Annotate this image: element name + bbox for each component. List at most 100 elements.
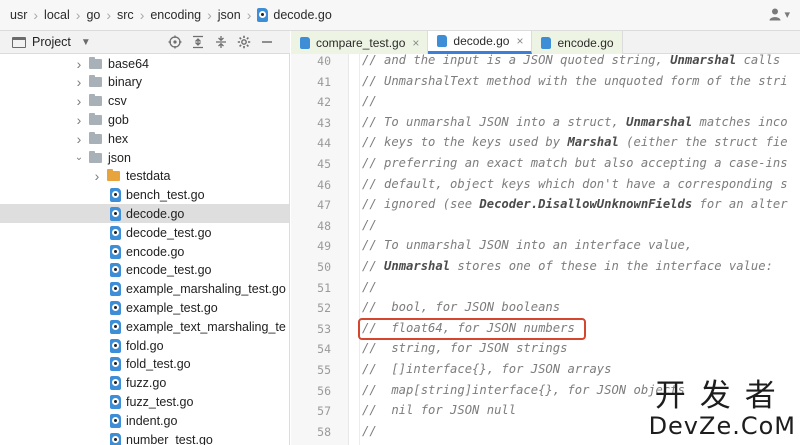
tree-item[interactable]: example_test.go — [0, 298, 289, 317]
breadcrumb-item-encoding[interactable]: encoding — [150, 0, 201, 30]
tree-item-label: hex — [108, 131, 129, 146]
editor-tab-bar: compare_test.go × decode.go × encode.go — [291, 31, 800, 54]
tree-item[interactable]: indent.go — [0, 411, 289, 430]
chevron-down-icon[interactable]: ⌄ — [72, 152, 86, 163]
code-line: // — [362, 218, 377, 232]
tree-item[interactable]: decode_test.go — [0, 223, 289, 242]
project-panel-header: Project ▼ — [0, 31, 290, 54]
code-comment-text: // — [362, 423, 377, 438]
tree-item[interactable]: bench_test.go — [0, 186, 289, 205]
line-number: 42 — [317, 95, 331, 110]
highlight-annotation-box — [358, 318, 586, 340]
breadcrumb-item-local[interactable]: local — [44, 0, 70, 30]
code-identifier: Unmarshal — [626, 114, 693, 129]
go-file-icon — [110, 282, 121, 297]
collapse-all-icon[interactable] — [214, 35, 228, 49]
go-file-icon — [110, 319, 121, 334]
tree-item[interactable]: ⌄ json — [0, 148, 289, 167]
line-number: 55 — [317, 363, 331, 377]
tree-item-label: fuzz.go — [126, 376, 167, 391]
expand-all-icon[interactable] — [191, 35, 205, 49]
chevron-right-icon[interactable]: › — [72, 112, 86, 128]
code-comment-text: matches inco — [692, 114, 788, 129]
go-file-icon — [110, 244, 121, 259]
breadcrumb-label: src — [117, 8, 134, 22]
line-number: 48 — [317, 218, 331, 233]
tree-item[interactable]: number_test.go — [0, 430, 289, 445]
caret-down-icon: ▾ — [784, 8, 790, 21]
locate-file-icon[interactable] — [168, 35, 182, 49]
gear-icon[interactable] — [237, 35, 251, 49]
chevron-right-icon[interactable]: › — [90, 168, 104, 184]
tree-item[interactable]: › csv — [0, 92, 289, 111]
tree-item[interactable]: decode.go — [0, 204, 289, 224]
tree-item-label: base64 — [108, 56, 150, 71]
code-comment-text: (either the struct fie — [618, 135, 788, 150]
breadcrumb-item-src[interactable]: src — [117, 0, 134, 30]
close-icon[interactable]: × — [412, 36, 419, 50]
code-line: // bool, for JSON booleans — [362, 300, 560, 314]
tree-item[interactable]: fold.go — [0, 336, 289, 355]
breadcrumb-item-go[interactable]: go — [86, 0, 100, 30]
tree-item-label: example_text_marshaling_te — [126, 319, 286, 334]
go-file-icon — [110, 394, 121, 409]
chevron-right-icon[interactable]: › — [72, 93, 86, 109]
tree-item[interactable]: › gob — [0, 110, 289, 129]
tree-item-label: bench_test.go — [126, 188, 205, 203]
tree-item[interactable]: fuzz.go — [0, 374, 289, 393]
go-file-icon — [110, 263, 121, 278]
chevron-right-icon[interactable]: › — [72, 56, 86, 72]
go-file-icon — [110, 338, 121, 353]
tree-item-label: example_marshaling_test.go — [126, 282, 286, 297]
chevron-right-icon[interactable]: › — [72, 131, 86, 147]
tab-compare-test[interactable]: compare_test.go × — [291, 31, 429, 54]
breadcrumb-item-decode[interactable]: decode.go — [257, 0, 332, 30]
code-line: // — [362, 94, 377, 108]
tree-item[interactable]: encode.go — [0, 242, 289, 261]
tree-item-label: example_test.go — [126, 300, 218, 315]
project-tree: › base64 › binary › csv › gob › hex ⌄ json › testdata… — [0, 54, 290, 445]
tree-item[interactable]: › base64 — [0, 54, 289, 73]
code-line: // preferring an exact match but also ac… — [362, 156, 788, 170]
watermark-cn: 开发者 — [654, 378, 790, 414]
tree-item[interactable]: › hex — [0, 129, 289, 148]
close-icon[interactable]: × — [516, 34, 523, 48]
tree-item-label: binary — [108, 75, 143, 90]
code-line: // — [362, 280, 377, 294]
code-identifier: Decoder.DisallowUnknownFields — [479, 197, 693, 212]
tab-decode[interactable]: decode.go × — [428, 31, 533, 54]
folder-icon — [107, 169, 120, 182]
hide-panel-icon[interactable] — [260, 35, 274, 49]
line-number: 40 — [317, 54, 331, 68]
code-comment-text: // string, for JSON strings — [362, 341, 568, 356]
breadcrumb-label: usr — [10, 8, 28, 22]
tree-item-label: fold.go — [126, 338, 164, 353]
chevron-right-icon: › — [75, 7, 81, 23]
tree-item[interactable]: fold_test.go — [0, 355, 289, 374]
user-menu-button[interactable]: ▾ — [768, 7, 790, 21]
tree-item-label: number_test.go — [126, 432, 213, 445]
tree-item[interactable]: › testdata — [0, 167, 289, 186]
tree-item[interactable]: example_marshaling_test.go — [0, 280, 289, 299]
watermark-logo: 开发者 DevZe.CoM — [649, 379, 796, 439]
code-line: // default, object keys which don't have… — [362, 177, 788, 191]
breadcrumb-label: decode.go — [273, 8, 332, 22]
line-number: 56 — [317, 383, 331, 398]
code-line: // ignored (see Decoder.DisallowUnknownF… — [362, 197, 788, 211]
chevron-right-icon[interactable]: › — [72, 74, 86, 90]
breadcrumb-item-json[interactable]: json — [218, 0, 241, 30]
code-identifier: Unmarshal — [670, 53, 737, 67]
tree-item[interactable]: example_text_marshaling_te — [0, 317, 289, 336]
code-comment-text: // keys to the keys used by — [362, 135, 568, 150]
tab-encode[interactable]: encode.go — [532, 31, 623, 54]
folder-icon — [89, 75, 102, 88]
breadcrumb-item-usr[interactable]: usr — [10, 0, 27, 30]
chevron-right-icon: › — [139, 7, 145, 23]
project-panel-title[interactable]: Project — [32, 35, 71, 49]
code-comment-text: // map[string]interface{}, for JSON obje… — [362, 382, 685, 397]
tree-item[interactable]: › binary — [0, 73, 289, 92]
caret-down-icon[interactable]: ▼ — [81, 37, 91, 48]
tree-item[interactable]: fuzz_test.go — [0, 392, 289, 411]
line-number-gutter: 40 41 42 43 44 45 46 47 48 49 50 51 52 53 54 55 56 57 58 — [291, 54, 349, 445]
tree-item[interactable]: encode_test.go — [0, 261, 289, 280]
